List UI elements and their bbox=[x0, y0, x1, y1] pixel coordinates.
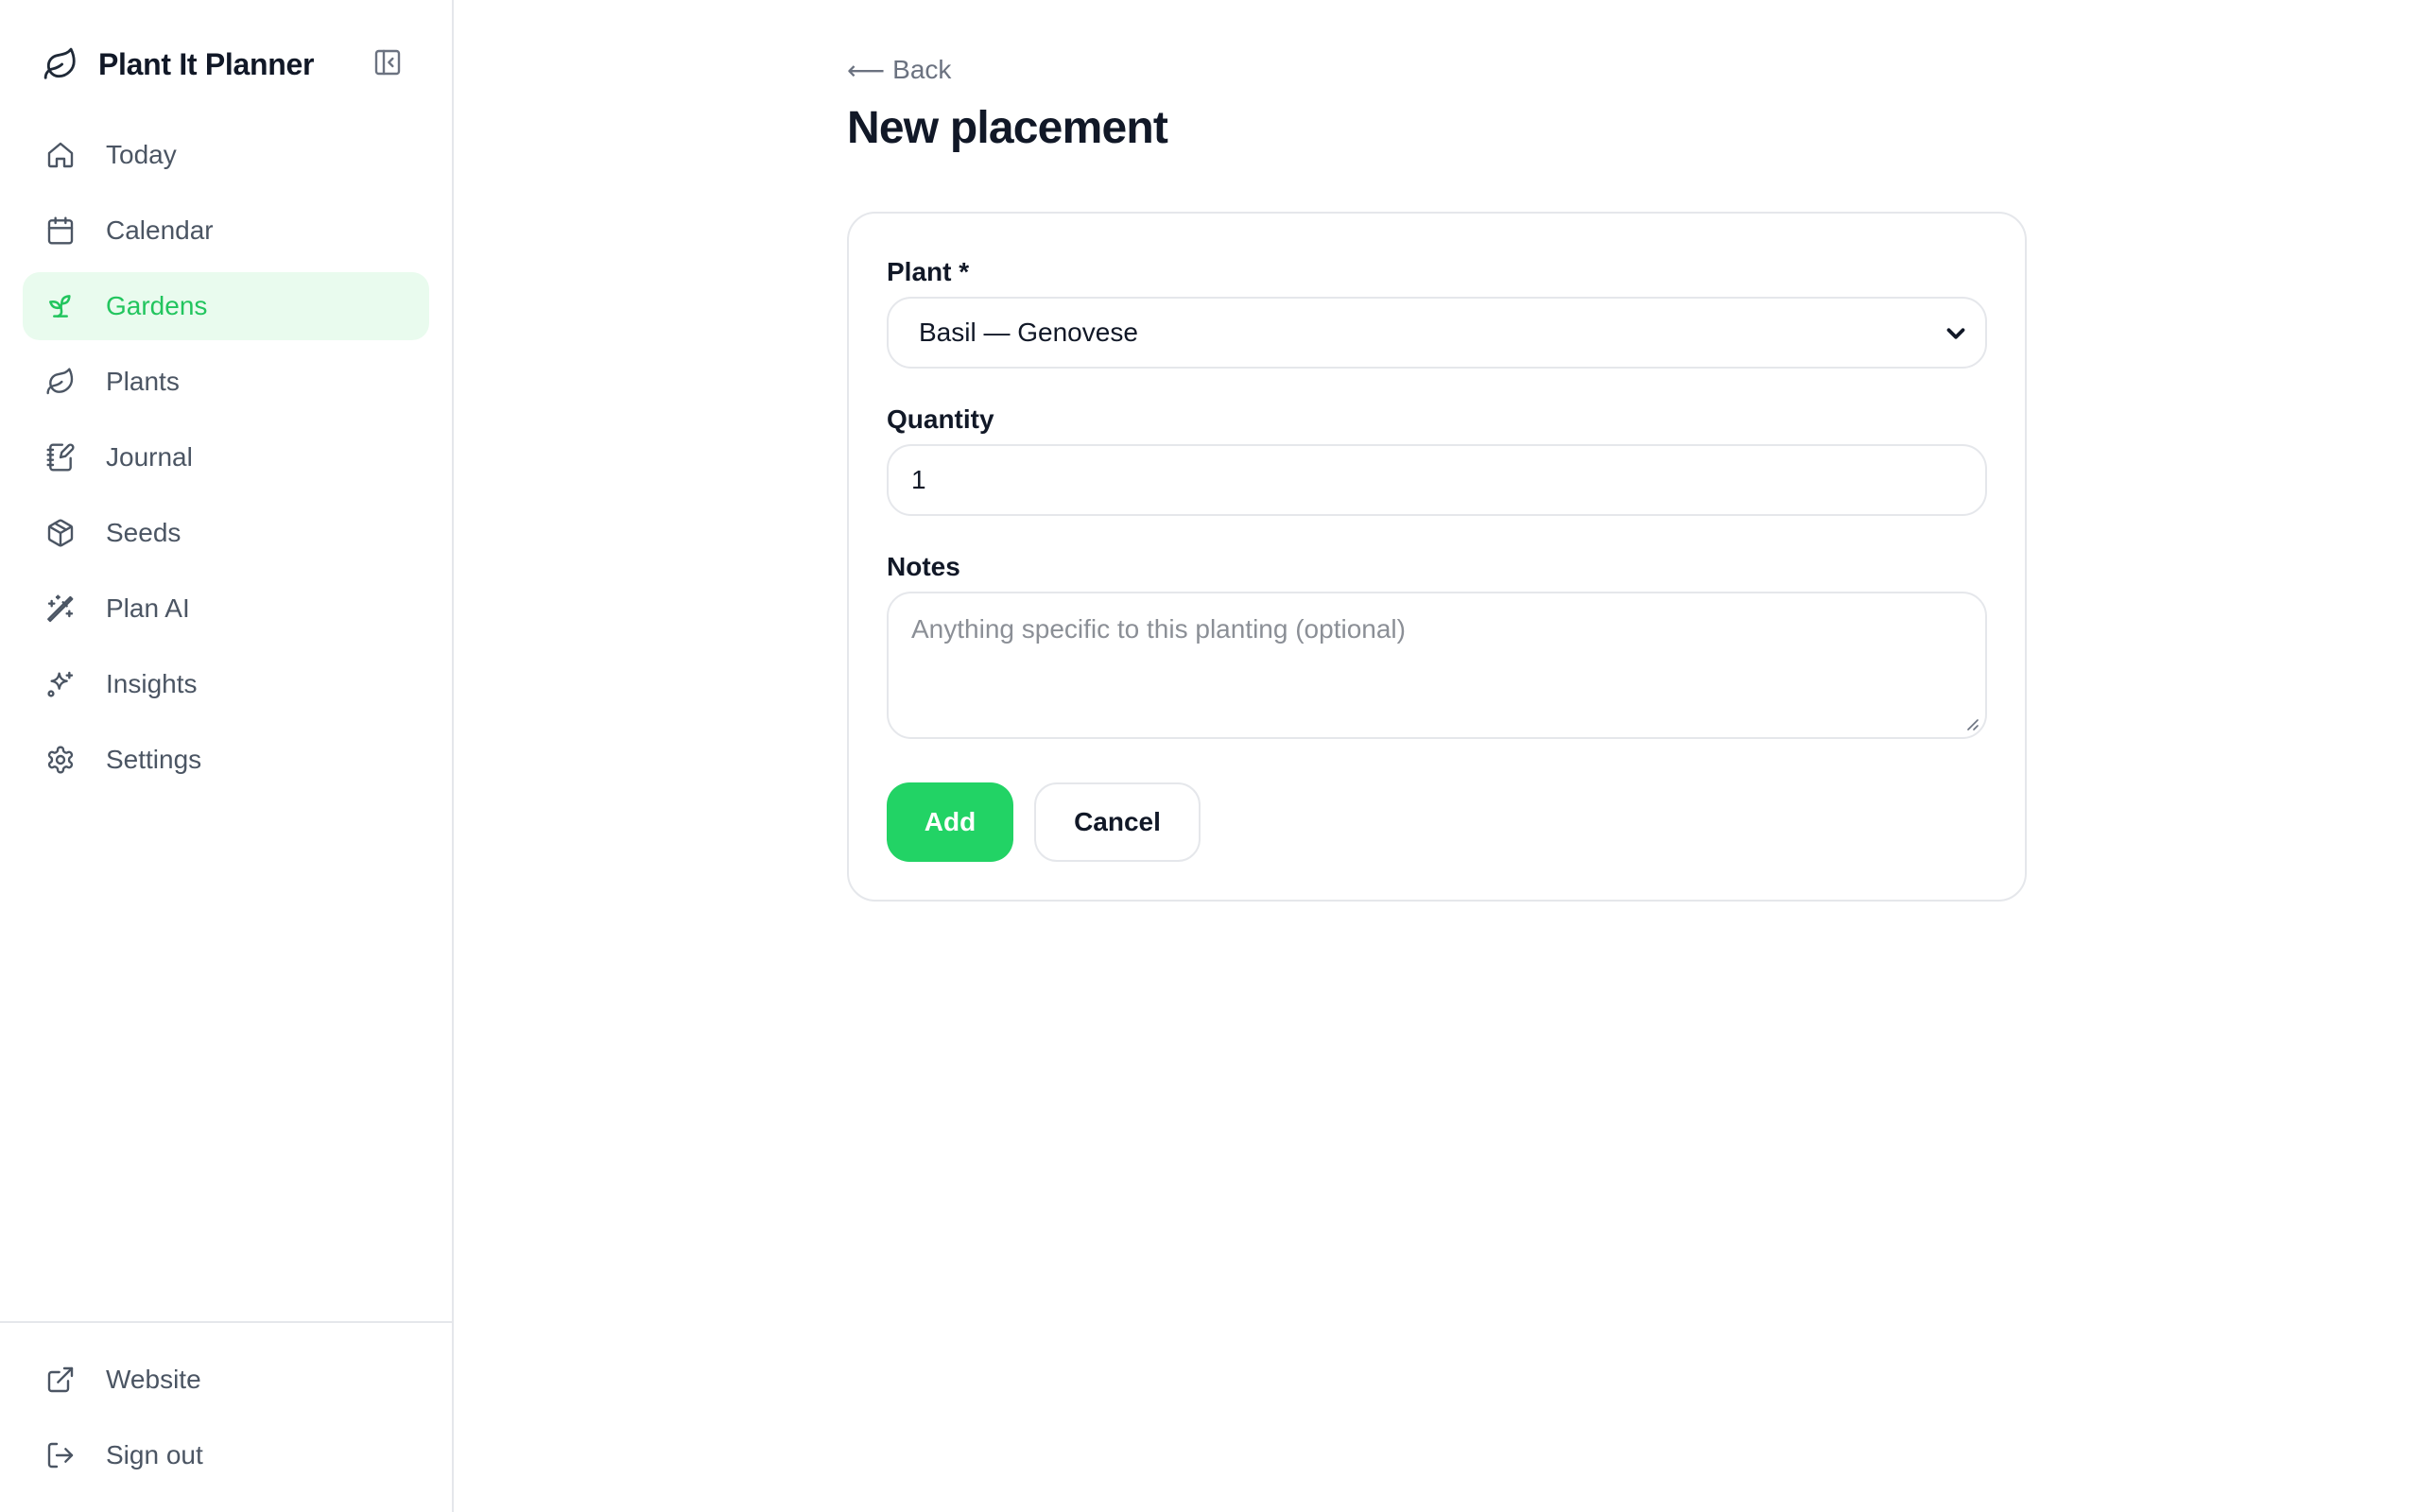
main-content: ⟵ Back New placement Plant * Basil — Gen… bbox=[454, 0, 2420, 1512]
sidebar-item-label: Seeds bbox=[106, 518, 182, 547]
notes-placeholder: Anything specific to this planting (opti… bbox=[911, 614, 1406, 644]
calendar-icon bbox=[43, 214, 78, 248]
sidebar-item-journal[interactable]: Journal bbox=[23, 423, 429, 491]
sidebar-bottom-nav: Website Sign out bbox=[23, 1346, 429, 1497]
placement-form-card: Plant * Basil — Genovese Quantity 1 Note… bbox=[847, 212, 2027, 902]
quantity-input[interactable]: 1 bbox=[887, 444, 1987, 516]
sidebar-item-label: Plan AI bbox=[106, 593, 190, 623]
log-out-icon bbox=[43, 1438, 78, 1472]
magic-wand-icon bbox=[43, 592, 78, 626]
sidebar-nav: Today Calendar Gardens Plants Journal Se… bbox=[23, 121, 429, 801]
sidebar-collapse-button[interactable] bbox=[371, 47, 405, 81]
back-label: Back bbox=[892, 55, 952, 84]
panel-collapse-icon bbox=[372, 47, 403, 82]
resize-handle-icon[interactable] bbox=[1964, 716, 1979, 731]
quantity-label: Quantity bbox=[887, 404, 994, 434]
sidebar-item-label: Sign out bbox=[106, 1440, 203, 1469]
leaf-icon bbox=[43, 365, 78, 399]
quantity-value: 1 bbox=[911, 465, 926, 494]
external-link-icon bbox=[43, 1363, 78, 1397]
app-root: Plant It Planner Today Calendar Gardens … bbox=[0, 0, 2420, 1512]
sidebar-item-settings[interactable]: Settings bbox=[23, 726, 429, 794]
back-link[interactable]: ⟵ Back bbox=[847, 51, 951, 89]
sidebar-item-label: Plants bbox=[106, 367, 180, 396]
leaf-icon bbox=[42, 45, 79, 83]
plant-select[interactable]: Basil — Genovese bbox=[887, 297, 1987, 369]
sparkles-icon bbox=[43, 667, 78, 701]
sidebar: Plant It Planner Today Calendar Gardens … bbox=[0, 0, 454, 1512]
notes-textarea[interactable]: Anything specific to this planting (opti… bbox=[887, 592, 1987, 739]
chevron-down-icon bbox=[1942, 319, 1970, 348]
home-icon bbox=[43, 138, 78, 172]
sidebar-item-label: Insights bbox=[106, 669, 198, 698]
gear-icon bbox=[43, 743, 78, 777]
sidebar-item-insights[interactable]: Insights bbox=[23, 650, 429, 718]
page-title: New placement bbox=[847, 103, 1168, 153]
add-button[interactable]: Add bbox=[887, 782, 1013, 862]
sidebar-item-seeds[interactable]: Seeds bbox=[23, 499, 429, 567]
sidebar-item-label: Gardens bbox=[106, 291, 208, 320]
sidebar-divider bbox=[0, 1321, 452, 1323]
sidebar-item-plants[interactable]: Plants bbox=[23, 348, 429, 416]
sidebar-item-plan-ai[interactable]: Plan AI bbox=[23, 575, 429, 643]
sidebar-item-website[interactable]: Website bbox=[23, 1346, 429, 1414]
plant-select-value: Basil — Genovese bbox=[919, 318, 1138, 347]
sidebar-item-label: Website bbox=[106, 1365, 201, 1394]
sprout-icon bbox=[43, 289, 78, 323]
sidebar-item-calendar[interactable]: Calendar bbox=[23, 197, 429, 265]
notebook-pen-icon bbox=[43, 440, 78, 474]
sidebar-item-label: Journal bbox=[106, 442, 193, 472]
arrow-left-icon: ⟵ bbox=[847, 55, 886, 85]
notes-label: Notes bbox=[887, 552, 960, 581]
package-icon bbox=[43, 516, 78, 550]
sidebar-item-sign-out[interactable]: Sign out bbox=[23, 1421, 429, 1489]
cancel-button[interactable]: Cancel bbox=[1034, 782, 1201, 862]
sidebar-item-today[interactable]: Today bbox=[23, 121, 429, 189]
app-title: Plant It Planner bbox=[98, 46, 315, 81]
sidebar-item-label: Calendar bbox=[106, 215, 214, 245]
sidebar-item-label: Settings bbox=[106, 745, 202, 774]
plant-label: Plant * bbox=[887, 257, 970, 286]
sidebar-item-gardens[interactable]: Gardens bbox=[23, 272, 429, 340]
sidebar-item-label: Today bbox=[106, 140, 177, 169]
brand[interactable]: Plant It Planner bbox=[42, 42, 420, 87]
